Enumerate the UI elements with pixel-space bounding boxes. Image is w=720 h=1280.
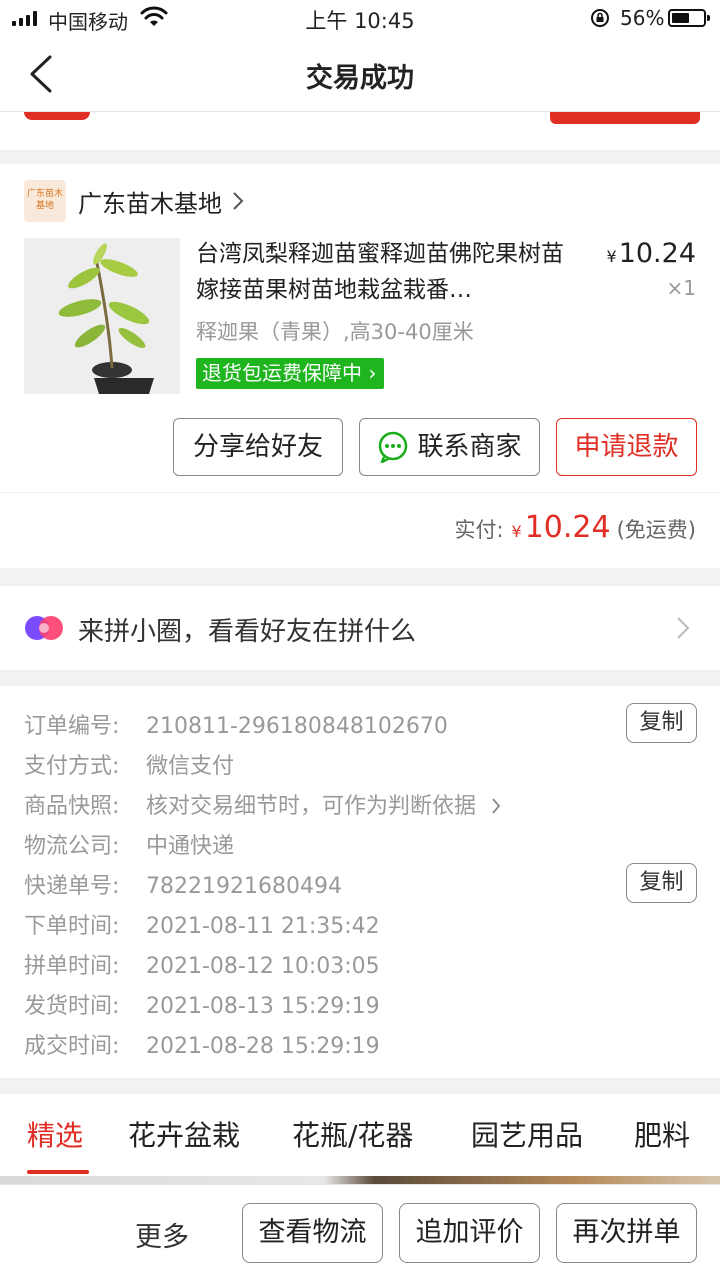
shop-name: 广东苗木基地 <box>78 189 222 218</box>
currency-symbol: ¥ <box>511 522 522 541</box>
group-circle-text: 来拼小圈，看看好友在拼什么 <box>78 617 417 647</box>
paid-amount-value: 10.24 <box>524 510 611 545</box>
product-image[interactable] <box>24 238 180 394</box>
order-details: 订单编号: 210811-296180848102670 复制 支付方式: 微信支付… <box>0 686 720 1078</box>
complete-time-row: 成交时间: 2021-08-28 15:29:19 <box>24 1028 380 1059</box>
scrolled-header-remnant <box>0 112 720 150</box>
seedling-illustration <box>24 238 180 394</box>
group-time-value: 2021-08-12 10:03:05 <box>146 954 380 979</box>
status-bar: 中国移动 上午 10:45 56% <box>0 0 720 36</box>
paid-label: 实付: <box>454 518 504 542</box>
product-quantity: ×1 <box>666 276 696 300</box>
product-feed-peek <box>0 1176 720 1184</box>
logistics-company-value: 中通快递 <box>146 834 235 859</box>
complete-time-value: 2021-08-28 15:29:19 <box>146 1034 380 1059</box>
share-button[interactable]: 分享给好友 <box>173 418 343 476</box>
chevron-right-icon <box>492 798 501 814</box>
tab-gardening-supplies[interactable]: 园艺用品 <box>471 1114 583 1154</box>
view-logistics-button[interactable]: 查看物流 <box>242 1203 383 1263</box>
divider <box>0 492 720 493</box>
product-snapshot-row[interactable]: 商品快照: 核对交易细节时，可作为判断依据 <box>24 788 501 819</box>
contact-merchant-button[interactable]: 联系商家 <box>359 418 540 476</box>
bottom-action-bar: 更多 查看物流 追加评价 再次拼单 <box>0 1184 720 1280</box>
group-time-row: 拼单时间: 2021-08-12 10:03:05 <box>24 948 380 979</box>
chevron-right-icon <box>233 192 244 210</box>
tab-featured[interactable]: 精选 <box>27 1114 83 1154</box>
detail-label: 拼单时间: <box>24 954 120 979</box>
detail-label: 物流公司: <box>24 834 120 859</box>
product-spec: 释迦果（青果）,高30-40厘米 <box>196 320 474 344</box>
clock: 上午 10:45 <box>305 9 415 33</box>
tracking-number-value: 78221921680494 <box>146 874 342 899</box>
category-tabs: 精选 花卉盆栽 花瓶/花器 园艺用品 肥料 <box>0 1094 720 1176</box>
ship-time-value: 2021-08-13 15:29:19 <box>146 994 380 1019</box>
contact-merchant-label: 联系商家 <box>417 432 522 462</box>
add-review-button[interactable]: 追加评价 <box>399 1203 540 1263</box>
detail-label: 订单编号: <box>24 714 120 739</box>
detail-label: 发货时间: <box>24 994 120 1019</box>
tab-potted-flowers[interactable]: 花卉盆栽 <box>128 1114 240 1154</box>
header-button-remnant[interactable] <box>550 112 700 124</box>
status-graphic-remnant <box>24 112 90 120</box>
payment-method-row: 支付方式: 微信支付 <box>24 748 235 779</box>
rebuy-button[interactable]: 再次拼单 <box>556 1203 697 1263</box>
product-snapshot-value: 核对交易细节时，可作为判断依据 <box>146 794 477 819</box>
payment-method-value: 微信支付 <box>146 754 235 779</box>
detail-label: 成交时间: <box>24 1034 120 1059</box>
tracking-number-row: 快递单号: 78221921680494 <box>24 868 342 899</box>
order-time-value: 2021-08-11 21:35:42 <box>146 914 380 939</box>
paid-summary: 实付: ¥10.24 (免运费) <box>454 510 696 545</box>
currency-symbol: ¥ <box>606 247 617 266</box>
ship-time-row: 发货时间: 2021-08-13 15:29:19 <box>24 988 380 1019</box>
detail-label: 支付方式: <box>24 754 120 779</box>
request-refund-button[interactable]: 申请退款 <box>556 418 697 476</box>
nav-bar: 交易成功 <box>0 36 720 112</box>
battery-icon <box>668 9 710 27</box>
copy-order-number-button[interactable]: 复制 <box>626 703 697 743</box>
tab-fertilizer[interactable]: 肥料 <box>634 1114 690 1154</box>
more-button[interactable]: 更多 <box>135 1215 189 1254</box>
active-tab-indicator <box>27 1170 89 1174</box>
detail-label: 下单时间: <box>24 914 120 939</box>
guarantee-label: 退货包运费保障中 <box>202 361 362 385</box>
order-time-row: 下单时间: 2021-08-11 21:35:42 <box>24 908 380 939</box>
tab-vases[interactable]: 花瓶/花器 <box>292 1114 413 1154</box>
logistics-company-row: 物流公司: 中通快递 <box>24 828 235 859</box>
product-price-value: 10.24 <box>618 238 696 269</box>
page-title: 交易成功 <box>306 63 414 94</box>
group-circle-entry[interactable]: 来拼小圈，看看好友在拼什么 <box>0 586 720 670</box>
product-price: ¥10.24 <box>607 238 696 269</box>
shop-link[interactable]: 广东苗木基地 广东苗木基地 <box>24 180 244 222</box>
detail-label: 商品快照: <box>24 794 120 819</box>
order-number-row: 订单编号: 210811-296180848102670 <box>24 708 448 739</box>
order-card: 广东苗木基地 广东苗木基地 台湾凤梨释迦苗蜜释迦苗佛陀果树苗嫁接苗果树苗地栽盆栽… <box>0 164 720 568</box>
chevron-right-icon: › <box>362 361 377 385</box>
chevron-right-icon <box>677 617 690 639</box>
order-number-value: 210811-296180848102670 <box>146 714 448 739</box>
chat-bubble-icon <box>379 431 408 463</box>
rotation-lock-icon <box>591 9 609 27</box>
paid-amount: ¥10.24 <box>512 510 611 545</box>
product-title[interactable]: 台湾凤梨释迦苗蜜释迦苗佛陀果树苗嫁接苗果树苗地栽盆栽番… <box>196 236 572 308</box>
copy-tracking-number-button[interactable]: 复制 <box>626 863 697 903</box>
group-circle-icon <box>25 616 63 640</box>
shop-logo: 广东苗木基地 <box>24 180 66 222</box>
detail-label: 快递单号: <box>24 874 120 899</box>
battery-percent: 56% <box>620 6 665 30</box>
return-shipping-guarantee-badge[interactable]: 退货包运费保障中 › <box>196 358 385 389</box>
free-shipping-note: (免运费) <box>616 518 696 542</box>
